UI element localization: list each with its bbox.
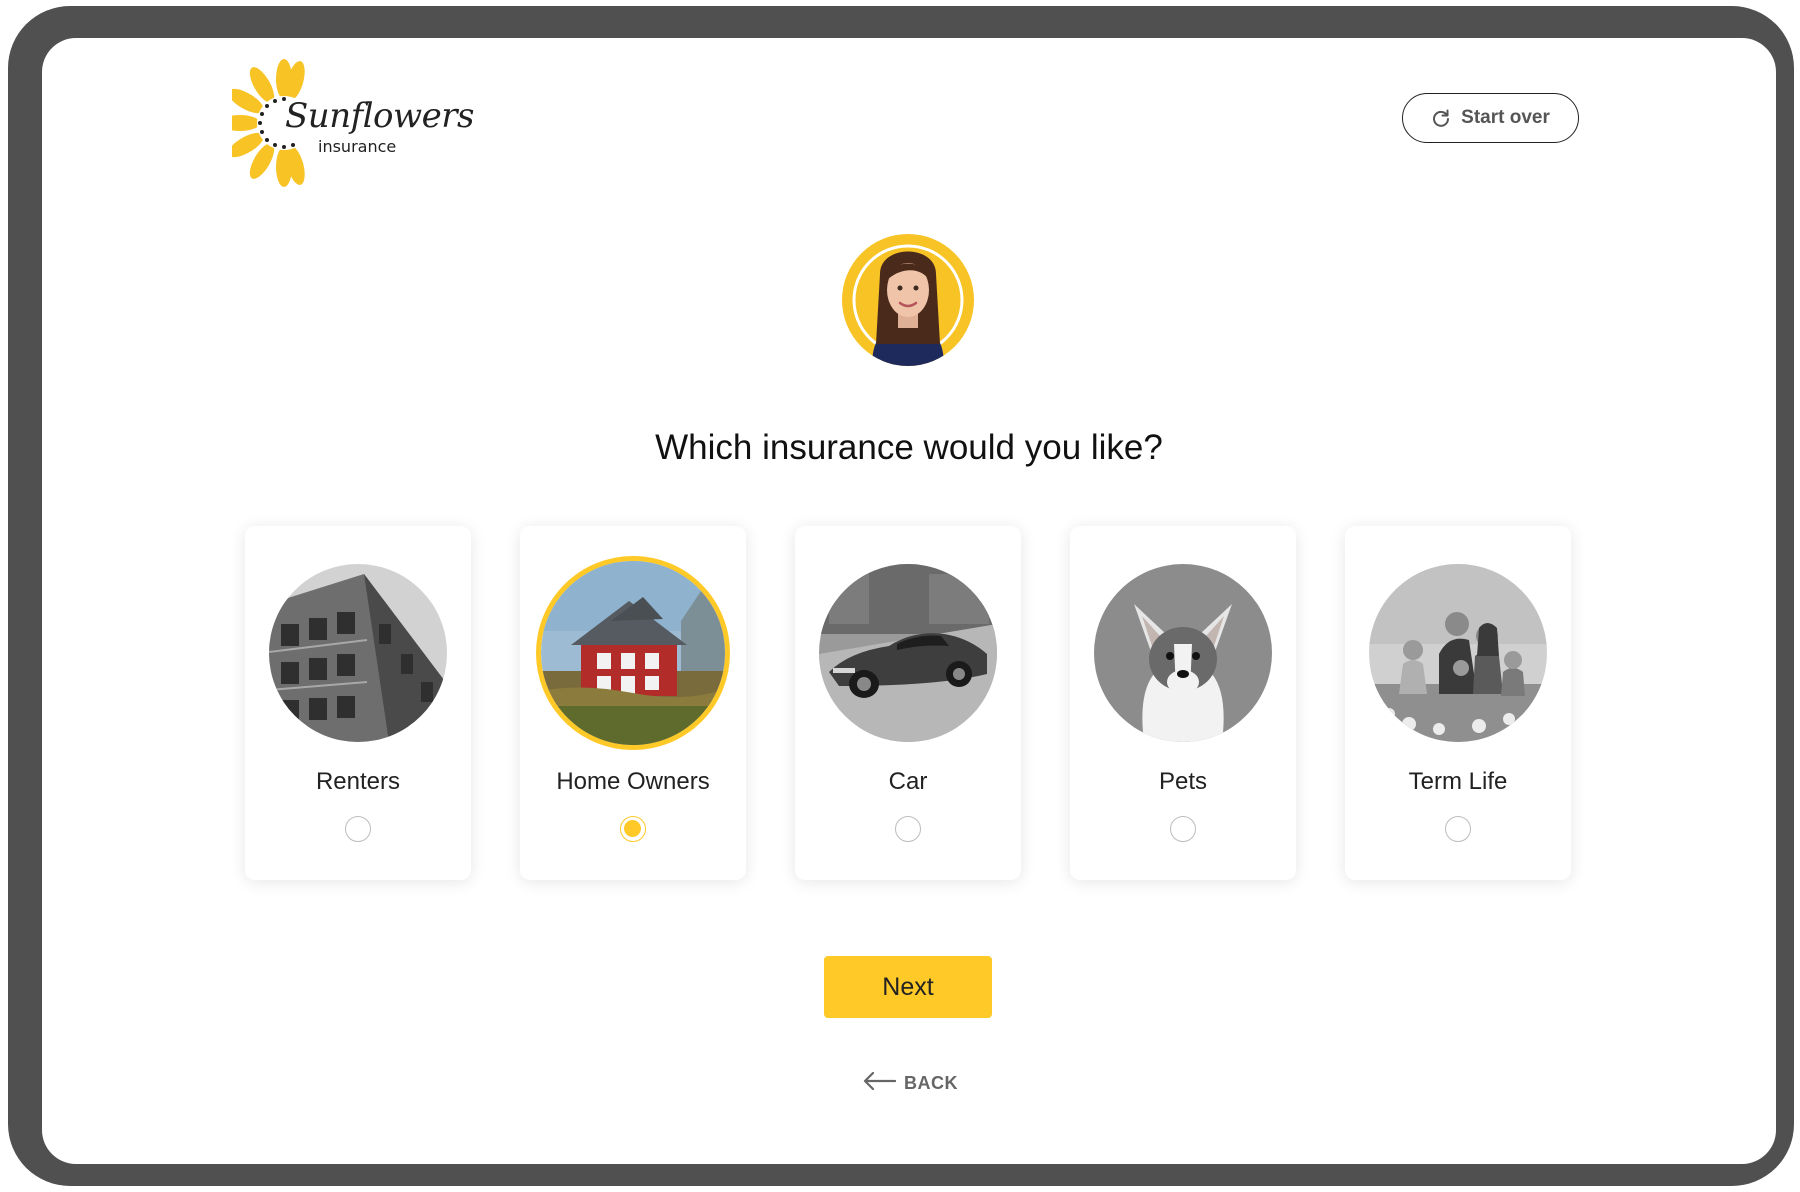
start-over-label: Start over — [1461, 107, 1550, 128]
house-photo — [536, 556, 730, 750]
option-card-renters[interactable]: Renters — [245, 526, 471, 880]
arrow-left-icon — [862, 1071, 897, 1096]
question-heading: Which insurance would you like? — [655, 428, 1163, 467]
option-label: Pets — [1158, 768, 1208, 795]
option-label: Term Life — [1408, 768, 1508, 795]
back-link[interactable]: BACK — [862, 1068, 958, 1098]
next-button[interactable]: Next — [824, 956, 992, 1018]
option-label: Home Owners — [556, 768, 710, 795]
brand-tagline: insurance — [318, 137, 397, 156]
app-screen: Sunflowers insurance Start over Which in… — [42, 38, 1776, 1164]
brand-name: Sunflowers — [285, 96, 474, 136]
agent-avatar — [842, 234, 974, 366]
sports-car-photo — [819, 564, 997, 742]
option-radio[interactable] — [895, 816, 921, 842]
option-radio-selected[interactable] — [620, 816, 646, 842]
start-over-button[interactable]: Start over — [1402, 93, 1579, 143]
option-card-term-life[interactable]: Term Life — [1345, 526, 1571, 880]
option-label: Car — [888, 768, 928, 795]
option-radio[interactable] — [345, 816, 371, 842]
apartment-building-photo — [269, 564, 447, 742]
family-photo — [1369, 564, 1547, 742]
option-radio[interactable] — [1170, 816, 1196, 842]
option-card-car[interactable]: Car — [795, 526, 1021, 880]
corgi-dog-photo — [1094, 564, 1272, 742]
device-frame: Sunflowers insurance Start over Which in… — [8, 6, 1794, 1186]
option-label: Renters — [315, 768, 401, 795]
option-card-home-owners[interactable]: Home Owners — [520, 526, 746, 880]
option-card-pets[interactable]: Pets — [1070, 526, 1296, 880]
option-radio[interactable] — [1445, 816, 1471, 842]
back-label: BACK — [904, 1072, 958, 1093]
refresh-icon — [1431, 108, 1451, 128]
